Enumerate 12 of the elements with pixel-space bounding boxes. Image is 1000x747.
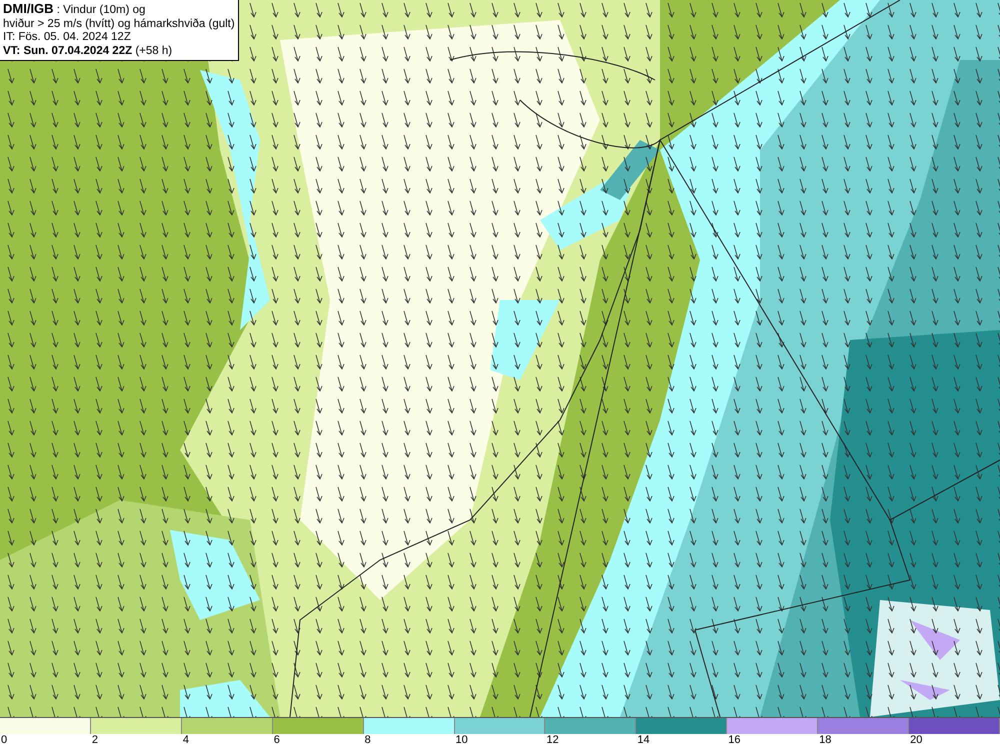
scale-tick-label: 2: [92, 734, 98, 746]
scale-tick-label: 18: [819, 734, 832, 746]
scale-tick-label: 6: [274, 734, 280, 746]
scale-tick-label: 12: [546, 734, 559, 746]
scale-tick-label: 0: [1, 734, 8, 746]
scale-tick-label: 8: [364, 734, 371, 746]
map-title-label: DMI/IGB : Vindur (10m) og hviður > 25 m/s (hvítt) og hámarkshviða (gult) IT: Fös. 05. 04. 2024 12Z VT: Sun. 07.04.2024 22Z (+58 h): [0, 0, 239, 61]
scale-tick-label: 10: [456, 734, 468, 746]
scale-tick-label: 4: [182, 734, 189, 746]
scale-tick-label: 20: [910, 734, 922, 746]
scale-tick-label: 14: [637, 734, 650, 746]
scale-tick-label: 16: [728, 734, 741, 746]
